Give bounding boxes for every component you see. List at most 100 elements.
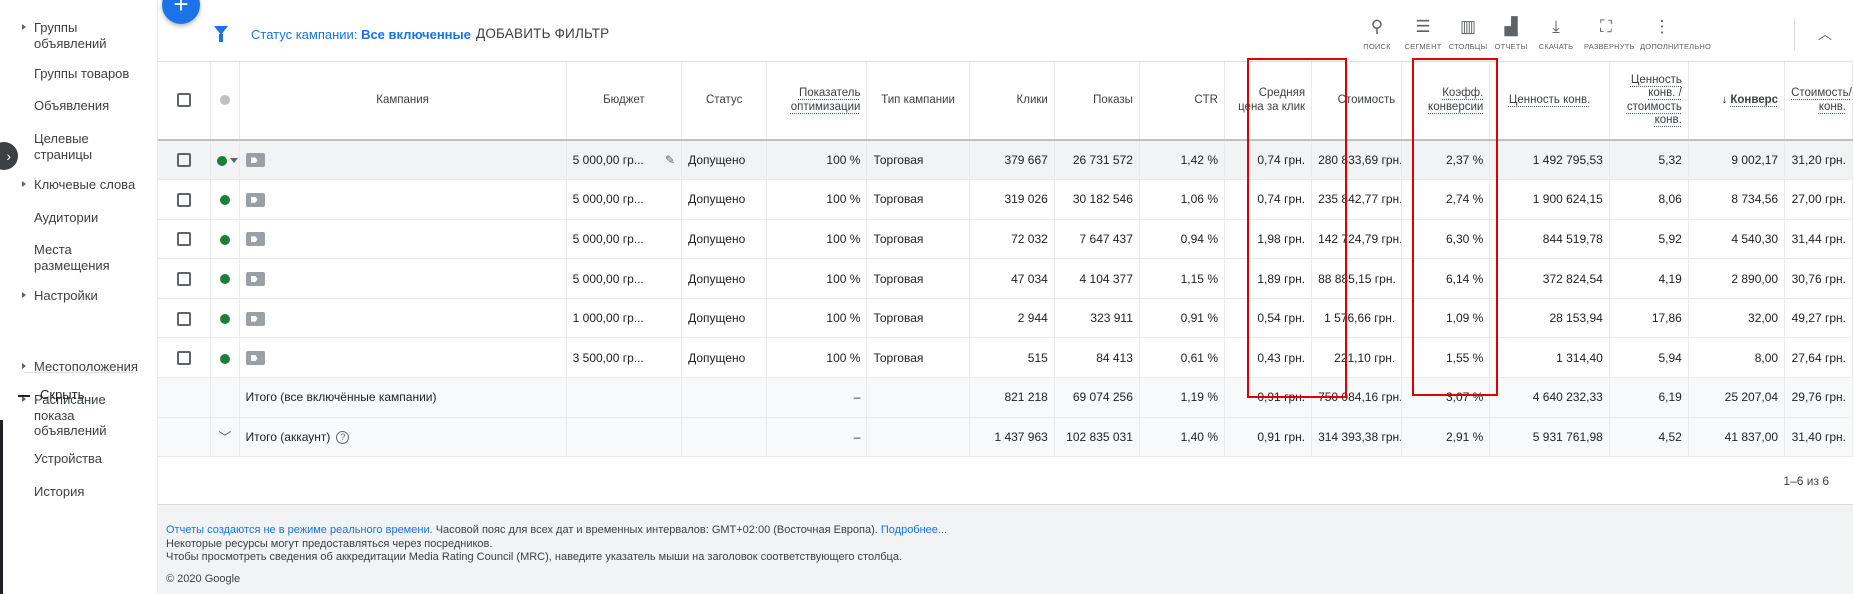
header-clicks[interactable]: Клики (969, 62, 1055, 141)
add-filter-button[interactable]: ДОБАВИТЬ ФИЛЬТР (476, 26, 609, 41)
sidebar-item[interactable]: Группы объявлений (0, 20, 158, 51)
header-campaign-type[interactable]: Тип кампании (866, 62, 970, 141)
toolbar-download-button[interactable]: ⤓ скачать (1534, 16, 1578, 51)
realtime-note-link[interactable]: Отчеты создаются не в режиме реального в… (166, 524, 433, 536)
expand-chevron-down-icon[interactable]: ﹀ (218, 427, 231, 446)
row-checkbox[interactable] (177, 351, 192, 366)
expand-caret-icon[interactable] (22, 363, 26, 369)
sidebar-item[interactable]: Группы товаров (0, 66, 158, 82)
header-status[interactable]: Статус (681, 62, 768, 141)
sidebar-item[interactable]: Устройства (0, 451, 158, 467)
campaign-name-cell[interactable] (239, 179, 567, 220)
optimization-cell[interactable]: 100 % (766, 258, 868, 299)
header-impressions[interactable]: Показы (1054, 62, 1140, 141)
toolbar-search-button[interactable]: ⚲ поиск (1355, 16, 1399, 51)
table-row[interactable]: 5 000,00 гр... ✎ Допущено 100 % Торговая 379 … (158, 140, 1853, 181)
row-checkbox-cell[interactable] (158, 298, 212, 339)
header-budget[interactable]: Бюджет (566, 62, 683, 141)
row-checkbox[interactable] (177, 311, 192, 326)
campaign-name-cell[interactable] (239, 219, 567, 260)
optimization-cell[interactable]: 100 % (766, 298, 868, 339)
sidebar-item[interactable]: Аудитории (0, 210, 158, 226)
sidebar-hide-toggle[interactable]: Скрыть (18, 387, 84, 402)
sidebar-item[interactable]: Места размещения (0, 242, 158, 273)
status-cell[interactable] (210, 298, 240, 339)
header-cost-per-conv[interactable]: Стоимость/ конв. (1784, 62, 1853, 141)
select-all-checkbox[interactable] (177, 93, 192, 108)
campaign-name-cell[interactable] (239, 140, 567, 181)
campaign-name-cell[interactable] (239, 337, 567, 379)
table-row[interactable]: 1 000,00 гр... Допущено 100 % Торговая 2 944… (158, 298, 1853, 339)
row-checkbox[interactable] (177, 153, 192, 168)
header-optimization[interactable]: Показатель оптимизации (766, 62, 868, 141)
help-icon[interactable]: ? (336, 431, 350, 445)
status-cell[interactable] (210, 179, 240, 220)
cost-cell: 221,10 грн. (1311, 337, 1403, 379)
table-row[interactable]: 5 000,00 гр... Допущено 100 % Торговая 47 03… (158, 258, 1853, 299)
expand-caret-icon[interactable] (22, 181, 26, 187)
sidebar-item[interactable]: Объявления (0, 98, 158, 114)
status-cell[interactable] (210, 337, 240, 379)
toolbar-segment-button[interactable]: ☰ сегмент (1401, 16, 1445, 51)
optimization-cell[interactable]: 100 % (766, 179, 868, 220)
status-dropdown-icon[interactable] (230, 158, 239, 164)
header-ctr[interactable]: CTR (1139, 62, 1225, 141)
toolbar-columns-button[interactable]: ▥ столбцы (1446, 16, 1490, 51)
budget-cell[interactable]: 5 000,00 гр... (566, 179, 683, 220)
row-checkbox-cell[interactable] (158, 258, 212, 299)
campaign-name-cell[interactable] (239, 258, 567, 299)
edit-pencil-icon[interactable]: ✎ (665, 153, 675, 167)
learn-more-link[interactable]: Подробнее... (881, 524, 947, 536)
sidebar-item[interactable]: Ключевые слова (0, 177, 158, 193)
header-conv-value[interactable]: Ценность конв. (1489, 62, 1610, 141)
row-checkbox[interactable] (177, 232, 192, 247)
status-cell[interactable] (210, 140, 240, 181)
budget-cell[interactable]: 3 500,00 гр... (566, 337, 683, 379)
expand-caret-icon[interactable] (22, 24, 26, 30)
optimization-cell[interactable]: 100 % (766, 140, 868, 181)
enabled-status-dot-icon[interactable] (219, 234, 230, 245)
header-avg-cpc[interactable]: Средняя цена за клик (1224, 62, 1313, 141)
table-row[interactable]: 5 000,00 гр... Допущено 100 % Торговая 319 0… (158, 179, 1853, 220)
select-all-checkbox-cell[interactable] (158, 62, 212, 141)
expand-caret-icon[interactable] (22, 292, 26, 298)
budget-cell[interactable]: 5 000,00 гр... (566, 219, 683, 260)
status-filter-chip[interactable]: Статус кампании: Все включенные (251, 27, 471, 42)
enabled-status-dot-icon[interactable] (219, 314, 230, 324)
header-campaign[interactable]: Кампания (239, 62, 567, 141)
budget-cell[interactable]: 5 000,00 гр... ✎ (566, 140, 683, 181)
sidebar-item[interactable]: История (0, 484, 158, 500)
status-cell[interactable] (210, 219, 240, 260)
optimization-cell[interactable]: 100 % (766, 219, 868, 260)
row-checkbox-cell[interactable] (158, 140, 212, 181)
enabled-status-dot-icon[interactable] (219, 195, 230, 206)
enabled-status-dot-icon[interactable] (217, 155, 228, 166)
collapse-chevron-up-icon[interactable]: ︿ (1818, 24, 1832, 44)
table-row[interactable]: 5 000,00 гр... Допущено 100 % Торговая 72 03… (158, 219, 1853, 260)
row-checkbox-cell[interactable] (158, 219, 212, 260)
campaign-name-cell[interactable] (239, 298, 567, 339)
row-checkbox-cell[interactable] (158, 337, 212, 379)
sidebar-item[interactable]: Настройки (0, 288, 158, 304)
header-conversions-cell[interactable]: ↓ Конверс (1688, 62, 1786, 141)
toolbar-more-button[interactable]: ⋮ дополнительно (1640, 16, 1711, 51)
table-row[interactable]: 3 500,00 гр... Допущено 100 % Торговая 515 84… (158, 337, 1853, 379)
toolbar-expand-button[interactable]: ⛶ развернуть (1584, 16, 1634, 51)
header-conv-rate[interactable]: Коэфф. конверсии (1401, 62, 1491, 141)
row-checkbox[interactable] (177, 271, 192, 286)
budget-cell[interactable]: 1 000,00 гр... (566, 298, 683, 339)
header-value-per-cost[interactable]: Ценность конв. / стоимость конв. (1609, 62, 1689, 141)
status-cell[interactable] (210, 258, 240, 299)
totals-expand-cell[interactable]: ﹀ (210, 417, 240, 458)
avg-cpc-cell: 0,43 грн. (1224, 337, 1313, 379)
toolbar-reports-button[interactable]: ▟ отчеты (1489, 16, 1533, 51)
budget-cell[interactable]: 5 000,00 гр... (566, 258, 683, 299)
header-cost[interactable]: Стоимость (1311, 62, 1403, 141)
row-checkbox-cell[interactable] (158, 179, 212, 220)
enabled-status-dot-icon[interactable] (219, 353, 230, 364)
filter-icon[interactable] (214, 26, 228, 42)
sidebar-item[interactable]: Целевые страницы (0, 131, 158, 162)
row-checkbox[interactable] (177, 192, 192, 207)
enabled-status-dot-icon[interactable] (219, 274, 230, 285)
optimization-cell[interactable]: 100 % (766, 337, 868, 379)
